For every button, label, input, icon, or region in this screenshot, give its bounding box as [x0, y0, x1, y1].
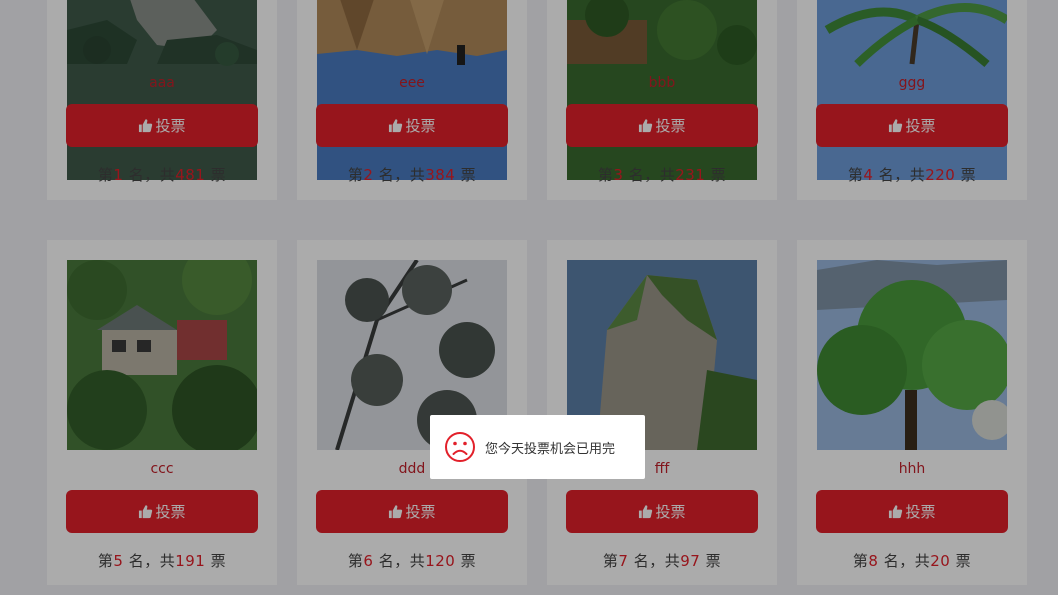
sad-face-icon — [444, 431, 476, 463]
vote-page: aaa 投票 第1 名，共481 票 eee 投票 第2 名，共384 票 bb… — [0, 0, 1058, 595]
toast-message: 您今天投票机会已用完 — [485, 441, 616, 457]
modal-overlay[interactable] — [0, 0, 1058, 595]
vote-limit-toast: 您今天投票机会已用完 — [430, 415, 645, 479]
